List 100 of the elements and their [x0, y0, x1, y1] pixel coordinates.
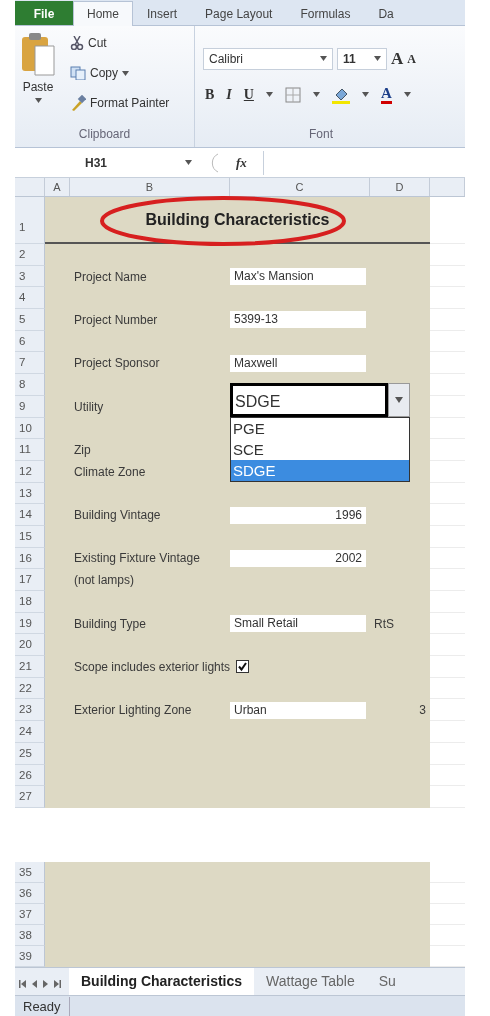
row-number[interactable]: 10: [15, 417, 45, 440]
column-header[interactable]: A: [45, 178, 70, 196]
ribbon-tab[interactable]: Insert: [133, 1, 192, 25]
row-number[interactable]: 9: [15, 395, 45, 418]
row-number[interactable]: 27: [15, 786, 45, 808]
font-color-button[interactable]: A: [380, 85, 392, 104]
row-number[interactable]: 14: [15, 504, 45, 526]
row-number[interactable]: 20: [15, 634, 45, 657]
checkbox[interactable]: [236, 660, 250, 674]
row-number[interactable]: 23: [15, 699, 45, 722]
row-number[interactable]: 16: [15, 547, 45, 570]
row-number[interactable]: 18: [15, 591, 45, 613]
row-number[interactable]: 15: [15, 525, 45, 548]
value-cell[interactable]: Urban: [230, 701, 366, 719]
dropdown-option[interactable]: SCE: [231, 438, 409, 460]
ribbon-tab[interactable]: Home: [73, 1, 133, 26]
row-number[interactable]: 7: [15, 352, 45, 375]
font-name-field[interactable]: Calibri: [203, 47, 333, 70]
caret-icon[interactable]: [185, 160, 192, 165]
cell-text: RtS: [374, 615, 394, 633]
row-number[interactable]: 4: [15, 287, 45, 310]
row-number[interactable]: 2: [15, 244, 45, 266]
ribbon-tab[interactable]: Page Layout: [191, 1, 287, 25]
previous-sheet-icon[interactable]: [32, 979, 37, 988]
row-number[interactable]: 3: [15, 265, 45, 288]
column-header[interactable]: C: [230, 178, 370, 196]
ribbon-tab[interactable]: Formulas: [286, 1, 365, 25]
row-number[interactable]: 35: [15, 861, 45, 883]
last-sheet-icon[interactable]: [54, 979, 61, 988]
group-label: Clipboard: [77, 126, 132, 143]
copy-button[interactable]: Copy: [70, 64, 170, 82]
cut-button[interactable]: Cut: [70, 34, 170, 52]
row-number[interactable]: 36: [15, 882, 45, 904]
bold-button[interactable]: B: [205, 84, 215, 105]
row-number[interactable]: 25: [15, 742, 45, 765]
row-number[interactable]: 12: [15, 460, 45, 483]
value-cell[interactable]: Max's Mansion: [230, 268, 366, 286]
row-number[interactable]: 38: [15, 924, 45, 946]
insert-function-button[interactable]: fx: [226, 152, 257, 173]
row-number[interactable]: 11: [15, 439, 45, 461]
dropdown-list[interactable]: PGE SCE SDGE: [230, 416, 410, 482]
cell-text: 3: [419, 702, 426, 720]
font-size-field[interactable]: 11: [337, 47, 387, 70]
sheet-tab[interactable]: Su: [366, 967, 408, 995]
ribbon-tab[interactable]: File: [15, 1, 73, 25]
field-label: Existing Fixture Vintage: [74, 550, 200, 568]
format-painter-button[interactable]: Format Painter: [70, 94, 170, 112]
row-number[interactable]: 39: [15, 945, 45, 967]
value-cell[interactable]: 2002: [230, 549, 366, 567]
underline-button[interactable]: U: [243, 84, 254, 105]
field-label: Utility: [74, 398, 104, 416]
value-cell[interactable]: 1996: [230, 506, 366, 524]
column-header[interactable]: D: [370, 178, 430, 196]
sheet-tab[interactable]: Wattage Table: [254, 967, 367, 995]
row-number[interactable]: 21: [15, 656, 45, 678]
field-label: Project Sponsor: [74, 355, 160, 373]
row-number[interactable]: 1: [15, 197, 45, 244]
clipboard-icon: [21, 32, 55, 76]
group-label: Font: [308, 126, 334, 143]
row-number[interactable]: 13: [15, 482, 45, 505]
dropdown-option[interactable]: PGE: [231, 417, 409, 439]
row-number[interactable]: 5: [15, 309, 45, 331]
field-label: Building Vintage: [74, 507, 161, 525]
shrink-font-button[interactable]: A: [407, 49, 416, 68]
caret-icon[interactable]: [312, 92, 320, 97]
row-number[interactable]: 19: [15, 612, 45, 635]
caret-icon[interactable]: [320, 56, 327, 62]
column-header[interactable]: B: [70, 178, 230, 196]
caret-icon[interactable]: [122, 70, 129, 76]
caret-icon: [395, 396, 403, 403]
first-sheet-icon[interactable]: [19, 979, 26, 988]
row-number[interactable]: 26: [15, 764, 45, 787]
row-number[interactable]: 6: [15, 330, 45, 353]
row-number[interactable]: 37: [15, 903, 45, 925]
field-label: (not lamps): [74, 572, 135, 590]
field-label: Exterior Lighting Zone: [74, 702, 192, 720]
paste-button[interactable]: Paste: [21, 32, 55, 103]
next-sheet-icon[interactable]: [43, 979, 48, 988]
row-number[interactable]: 22: [15, 677, 45, 700]
grow-font-button[interactable]: A: [391, 46, 404, 72]
caret-icon[interactable]: [361, 92, 369, 97]
row-number[interactable]: 8: [15, 374, 45, 396]
dropdown-button[interactable]: [388, 382, 410, 417]
caret-icon[interactable]: [34, 98, 42, 103]
caret-icon[interactable]: [265, 92, 273, 97]
dropdown-field[interactable]: SDGE: [230, 382, 388, 417]
row-number[interactable]: 24: [15, 721, 45, 743]
value-cell[interactable]: Small Retail: [230, 615, 366, 633]
caret-icon[interactable]: [403, 92, 411, 97]
status-text: Ready: [15, 997, 70, 1016]
italic-button[interactable]: I: [226, 84, 232, 105]
row-number[interactable]: 17: [15, 569, 45, 591]
value-cell[interactable]: Maxwell: [230, 354, 366, 372]
ribbon-tab[interactable]: Da: [364, 1, 408, 25]
field-label: Project Name: [74, 268, 147, 286]
sheet-title: Building Characteristics: [145, 209, 330, 230]
value-cell[interactable]: 5399-13: [230, 311, 366, 329]
sheet-tab[interactable]: Building Characteristics: [69, 967, 255, 995]
caret-icon[interactable]: [374, 56, 381, 62]
field-label: Project Number: [74, 311, 158, 329]
